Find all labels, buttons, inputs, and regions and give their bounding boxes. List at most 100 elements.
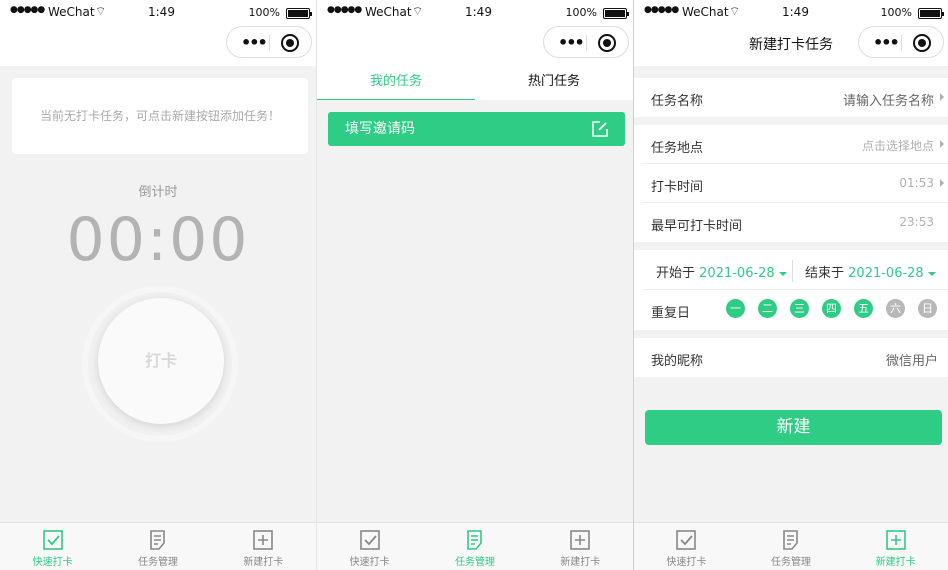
location-picker[interactable]: 点击选择地点: [862, 137, 934, 154]
capsule-menu[interactable]: •••: [543, 26, 629, 58]
status-bar: ●●●●● WeChat ⌔ 1:49 100%: [634, 0, 948, 24]
date-range-row: 开始于 2021-06-28 结束于 2021-06-28: [642, 250, 948, 290]
tab-label: 任务管理: [454, 557, 495, 568]
earliest-time-label: 最早可打卡时间: [651, 219, 743, 234]
earliest-time-row: 最早可打卡时间 23:53: [642, 203, 948, 242]
tab-my-tasks[interactable]: 我的任务: [317, 66, 475, 100]
day-toggle-thu[interactable]: 四: [822, 299, 841, 318]
nickname-label: 我的昵称: [651, 354, 704, 369]
nickname-group: 我的昵称 微信用户: [634, 338, 948, 377]
more-icon[interactable]: •••: [558, 33, 585, 52]
countdown-label: 倒计时: [138, 185, 178, 200]
checkbox-icon: [359, 530, 380, 550]
day-toggle-sun[interactable]: 日: [918, 299, 937, 318]
nav-bar: •••: [0, 24, 316, 66]
task-name-label: 任务名称: [651, 94, 704, 109]
wifi-icon: ⌔: [95, 4, 107, 18]
battery-icon: [918, 8, 944, 19]
earliest-time-value: 23:53: [899, 215, 934, 229]
day-toggle-mon[interactable]: 一: [726, 299, 745, 318]
checkin-time-value[interactable]: 01:53: [899, 176, 934, 190]
capsule-menu[interactable]: •••: [226, 26, 312, 58]
signal-icon: ●●●●●: [10, 5, 45, 15]
checkbox-icon: [676, 530, 697, 550]
day-toggle-tue[interactable]: 二: [758, 299, 777, 318]
punch-button[interactable]: 打卡: [98, 298, 224, 424]
tab-task-manage[interactable]: 任务管理: [105, 523, 210, 570]
chevron-right-icon: [940, 140, 944, 148]
tab-new-checkin[interactable]: 新建打卡: [843, 523, 948, 570]
plus-square-icon: [253, 530, 274, 550]
tab-label: 快速打卡: [32, 557, 73, 568]
start-date-value: 2021-06-28: [699, 266, 775, 281]
location-label: 任务地点: [651, 141, 704, 156]
tab-hot-tasks[interactable]: 热门任务: [475, 66, 633, 100]
close-miniprogram-icon[interactable]: [598, 34, 616, 52]
more-icon[interactable]: •••: [241, 33, 268, 52]
document-icon: [467, 530, 482, 550]
repeat-label: 重复日: [651, 306, 691, 321]
end-date-picker[interactable]: 结束于 2021-06-28: [805, 262, 936, 281]
more-icon[interactable]: •••: [873, 33, 900, 52]
battery-percent: 100%: [248, 6, 280, 19]
tab-new-checkin[interactable]: 新建打卡: [211, 523, 316, 570]
day-toggle-sat[interactable]: 六: [886, 299, 905, 318]
carrier-label: WeChat: [682, 5, 729, 19]
edit-icon: [592, 121, 608, 137]
start-date-picker[interactable]: 开始于 2021-06-28: [656, 262, 787, 281]
carrier-label: WeChat: [365, 5, 412, 19]
nav-bar: •••: [317, 24, 633, 66]
nickname-value: 微信用户: [885, 354, 938, 369]
day-toggle-wed[interactable]: 三: [790, 299, 809, 318]
tab-task-manage[interactable]: 任务管理: [739, 523, 844, 570]
tab-label: 新建打卡: [243, 557, 284, 568]
task-name-row[interactable]: 任务名称 请输入任务名称: [642, 78, 948, 117]
tab-label: 任务管理: [771, 557, 811, 568]
tab-task-manage[interactable]: 任务管理: [422, 523, 527, 570]
nav-bar: 新建打卡任务 •••: [634, 24, 948, 66]
task-name-input[interactable]: 请输入任务名称: [843, 90, 934, 109]
checkin-time-row[interactable]: 打卡时间 01:53: [642, 164, 948, 203]
tab-quick-checkin[interactable]: 快速打卡: [634, 523, 739, 570]
capsule-divider: [586, 35, 587, 51]
empty-task-notice: 当前无打卡任务，可点击新建按钮添加任务！: [12, 78, 308, 154]
tab-bar: 快速打卡 任务管理 新建打卡: [0, 522, 316, 570]
invite-code-label: 填写邀请码: [345, 121, 415, 137]
create-button[interactable]: 新建: [645, 410, 942, 445]
countdown-timer: 00:00: [66, 205, 250, 275]
nickname-row: 我的昵称 微信用户: [642, 338, 948, 377]
document-icon: [783, 530, 798, 550]
end-date-value: 2021-06-28: [848, 266, 924, 281]
tab-label: 新建打卡: [560, 557, 601, 568]
battery-icon: [603, 8, 629, 19]
wifi-icon: ⌔: [729, 4, 741, 18]
location-row[interactable]: 任务地点 点击选择地点: [642, 125, 948, 164]
task-time-group: 任务地点 点击选择地点 打卡时间 01:53 最早可打卡时间 23:53: [634, 125, 948, 242]
tab-new-checkin[interactable]: 新建打卡: [528, 523, 633, 570]
tab-quick-checkin[interactable]: 快速打卡: [0, 523, 105, 570]
battery-percent: 100%: [880, 6, 912, 19]
close-miniprogram-icon[interactable]: [281, 34, 299, 52]
tab-label: 任务管理: [137, 557, 178, 568]
battery-percent: 100%: [565, 6, 597, 19]
tab-label: 快速打卡: [666, 557, 707, 568]
chevron-right-icon: [940, 179, 944, 187]
checkbox-icon: [42, 530, 63, 550]
status-bar: ●●●●● WeChat ⌔ 1:49 100%: [317, 0, 633, 24]
checkin-time-label: 打卡时间: [651, 180, 704, 195]
carrier-label: WeChat: [48, 5, 95, 19]
tab-quick-checkin[interactable]: 快速打卡: [317, 523, 422, 570]
status-bar: ●●●●● WeChat ⌔ 1:49 100%: [0, 0, 316, 24]
day-toggle-fri[interactable]: 五: [854, 299, 873, 318]
close-miniprogram-icon[interactable]: [913, 34, 931, 52]
weekday-selector: 一 二 三 四 五 六 日: [726, 299, 937, 318]
tab-bar: 快速打卡 任务管理 新建打卡: [634, 522, 948, 570]
plus-square-icon: [570, 530, 591, 550]
plus-square-icon: [885, 530, 906, 550]
signal-icon: ●●●●●: [327, 5, 362, 15]
schedule-group: 开始于 2021-06-28 结束于 2021-06-28 重复日 一 二 三 …: [634, 250, 948, 330]
invite-code-button[interactable]: 填写邀请码: [328, 112, 625, 146]
capsule-menu[interactable]: •••: [858, 26, 944, 58]
screen-new-checkin: ●●●●● WeChat ⌔ 1:49 100% 新建打卡任务 ••• 任务名称…: [633, 0, 948, 570]
clock: 1:49: [465, 5, 492, 19]
